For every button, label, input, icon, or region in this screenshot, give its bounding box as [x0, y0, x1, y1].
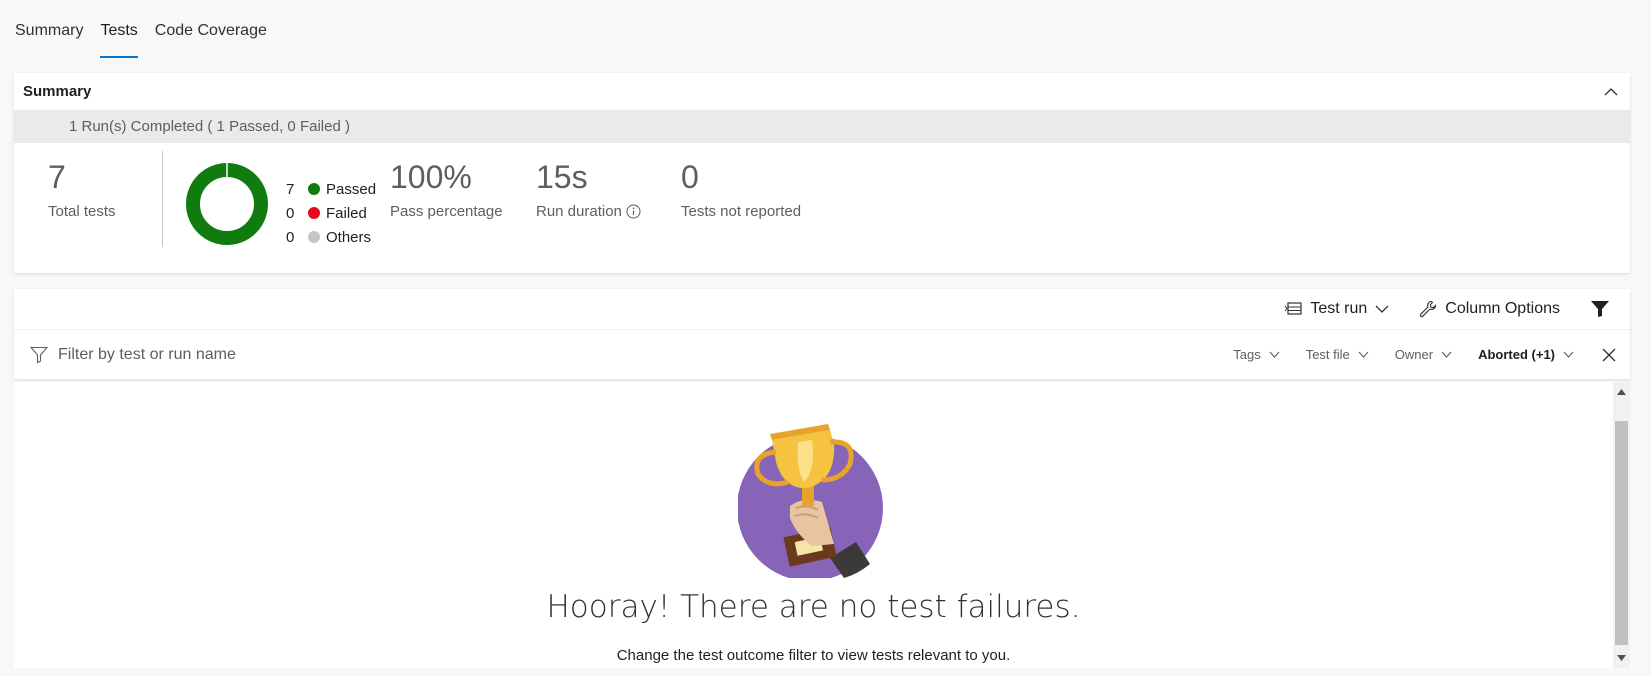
divider	[162, 151, 163, 247]
outcome-donut-chart	[186, 163, 268, 245]
column-options-button[interactable]: Column Options	[1419, 300, 1560, 318]
total-tests-label: Total tests	[48, 203, 116, 220]
chevron-down-icon	[1269, 351, 1280, 358]
pass-percentage-value: 100%	[390, 159, 472, 195]
runs-completed-bar: 1 Run(s) Completed ( 1 Passed, 0 Failed …	[14, 110, 1630, 143]
scroll-up-button[interactable]	[1613, 384, 1630, 400]
test-file-filter-dropdown[interactable]: Test file	[1306, 347, 1369, 362]
legend-others: 0 Others	[286, 225, 376, 249]
trophy-illustration	[738, 424, 883, 578]
tags-filter-label: Tags	[1233, 347, 1261, 362]
legend-others-count: 0	[286, 228, 295, 246]
scroll-down-icon	[1617, 655, 1626, 661]
legend-passed-label: Passed	[326, 180, 377, 198]
owner-filter-dropdown[interactable]: Owner	[1395, 347, 1452, 362]
donut-passed-segment	[186, 163, 268, 245]
legend-others-label: Others	[326, 228, 372, 246]
legend-failed-count: 0	[286, 204, 295, 222]
scroll-down-button[interactable]	[1613, 650, 1630, 666]
chevron-down-icon	[1441, 351, 1452, 358]
run-duration-value: 15s	[536, 159, 588, 195]
legend-passed: 7 Passed	[286, 177, 376, 201]
tab-tests[interactable]: Tests	[100, 20, 139, 58]
run-duration-stat: 15s Run duration	[536, 157, 641, 220]
vertical-scrollbar[interactable]	[1613, 382, 1630, 668]
outcome-legend: 7 Passed 0 Failed 0 Others	[286, 177, 376, 249]
passed-dot-icon	[308, 183, 320, 195]
pass-percentage-label: Pass percentage	[390, 203, 503, 220]
test-run-label: Test run	[1310, 300, 1368, 317]
owner-filter-label: Owner	[1394, 347, 1434, 362]
close-icon	[1602, 348, 1616, 361]
failed-dot-icon	[308, 207, 320, 219]
tab-summary[interactable]: Summary	[15, 20, 83, 58]
results-toolbar-card: Test run Column Options Tags Test file O…	[14, 289, 1630, 379]
summary-title: Summary	[23, 83, 92, 100]
collapse-button[interactable]	[1601, 82, 1621, 102]
runs-completed-text: 1 Run(s) Completed ( 1 Passed, 0 Failed …	[69, 118, 350, 135]
info-icon[interactable]	[626, 204, 641, 219]
filter-input-wrapper	[30, 344, 1207, 365]
filter-funnel-icon	[1591, 301, 1609, 317]
wrench-icon	[1420, 300, 1437, 318]
total-tests-value: 7	[48, 159, 66, 195]
outcome-filter-label: Aborted (+1)	[1478, 347, 1555, 362]
tests-not-reported-value: 0	[681, 159, 699, 195]
funnel-outline-icon	[30, 346, 48, 363]
test-run-icon	[1284, 302, 1302, 315]
pass-percentage-stat: 100% Pass percentage	[390, 157, 503, 220]
clear-filters-button[interactable]	[1602, 348, 1616, 362]
outcome-filter-dropdown[interactable]: Aborted (+1)	[1478, 347, 1574, 362]
legend-failed-label: Failed	[326, 204, 367, 222]
summary-card: Summary 1 Run(s) Completed ( 1 Passed, 0…	[14, 73, 1630, 273]
chevron-up-icon	[1604, 87, 1618, 95]
legend-failed: 0 Failed	[286, 201, 376, 225]
run-duration-label-row: Run duration	[536, 203, 641, 220]
scroll-up-icon	[1617, 389, 1626, 395]
test-file-filter-label: Test file	[1305, 347, 1350, 362]
tests-not-reported-label: Tests not reported	[681, 203, 802, 220]
run-duration-label: Run duration	[536, 203, 622, 220]
total-tests-stat: 7 Total tests	[48, 157, 116, 220]
others-dot-icon	[308, 231, 320, 243]
results-panel: Hooray! There are no test failures. Chan…	[14, 382, 1630, 668]
filter-search-input[interactable]	[56, 344, 460, 365]
zero-state-hint: Change the test outcome filter to view t…	[616, 647, 1011, 664]
legend-passed-count: 7	[286, 180, 295, 198]
summary-header: Summary	[14, 73, 1630, 110]
test-run-groupby-button[interactable]: Test run	[1284, 300, 1389, 318]
chevron-down-icon	[1375, 305, 1389, 313]
column-options-label: Column Options	[1445, 300, 1560, 317]
filter-toggle-button[interactable]	[1590, 300, 1610, 318]
pivot-tabs: Summary Tests Code Coverage	[15, 20, 284, 60]
tests-not-reported-stat: 0 Tests not reported	[681, 157, 801, 220]
scroll-thumb[interactable]	[1615, 421, 1628, 645]
tab-code-coverage[interactable]: Code Coverage	[155, 20, 267, 58]
filter-bar: Tags Test file Owner Aborted (+1)	[14, 330, 1630, 379]
command-bar: Test run Column Options	[14, 289, 1630, 330]
chevron-down-icon	[1358, 351, 1369, 358]
zero-state-headline: Hooray! There are no test failures.	[546, 589, 1081, 625]
tags-filter-dropdown[interactable]: Tags	[1233, 347, 1280, 362]
chevron-down-icon	[1563, 351, 1574, 358]
